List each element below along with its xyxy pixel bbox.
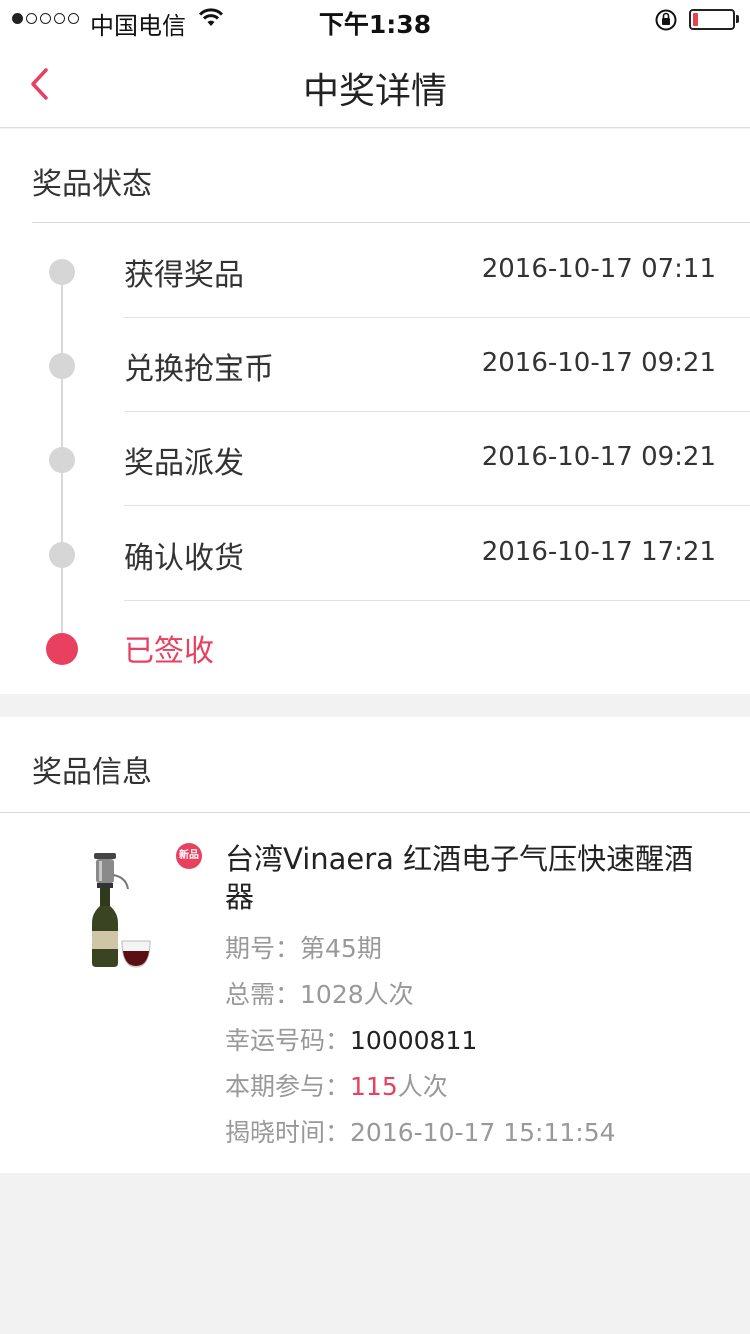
timeline-step-dispatch: 奖品派发 2016-10-17 09:21	[0, 412, 750, 506]
step-label: 获得奖品	[124, 258, 244, 293]
timeline-step-confirm-receipt: 确认收货 2016-10-17 17:21	[0, 507, 750, 601]
period-info: 期号：第45期	[225, 929, 382, 965]
step-time: 2016-10-17 09:21	[481, 348, 716, 378]
joined-unit: 人次	[397, 1072, 448, 1101]
lucky-label: 幸运号码：	[225, 1026, 351, 1055]
total-value: 1028人次	[300, 980, 414, 1009]
period-value: 第45期	[300, 934, 382, 963]
joined-label: 本期参与：	[225, 1072, 351, 1101]
lucky-number: 10000811	[350, 1026, 478, 1055]
timeline-step-signed: 已签收	[0, 600, 750, 694]
timeline-dot	[49, 259, 75, 285]
total-label: 总需：	[225, 980, 301, 1009]
product-name[interactable]: 台湾Vinaera 红酒电子气压快速醒酒器	[225, 840, 715, 916]
divider	[124, 505, 750, 506]
timeline-dot	[49, 353, 75, 379]
timeline-step-exchange: 兑换抢宝币 2016-10-17 09:21	[0, 318, 750, 412]
section-title-prize-info: 奖品信息	[32, 755, 152, 790]
battery-level	[693, 13, 698, 26]
step-label: 确认收货	[124, 541, 244, 576]
product-image[interactable]	[80, 851, 154, 971]
timeline-dot	[49, 542, 75, 568]
step-label: 奖品派发	[124, 446, 244, 481]
prize-status-card: 奖品状态 获得奖品 2016-10-17 07:11 兑换抢宝币 2016-10…	[0, 129, 750, 694]
battery-tip	[736, 15, 739, 23]
clock: 下午1:38	[318, 10, 432, 39]
step-time: 2016-10-17 09:21	[481, 442, 716, 472]
participation-info: 本期参与：115人次	[225, 1067, 448, 1103]
step-time: 2016-10-17 07:11	[481, 254, 716, 284]
step-label: 已签收	[124, 634, 214, 669]
prize-info-card: 奖品信息 新品 台湾Vinaera 红酒电子气压快速醒酒器 期号：第45期 总需…	[0, 717, 750, 1173]
timeline-dot	[49, 447, 75, 473]
battery-icon	[689, 9, 735, 30]
rotation-lock-icon	[655, 9, 677, 31]
divider	[32, 222, 750, 223]
section-title-prize-status: 奖品状态	[32, 167, 152, 202]
timeline-dot-active	[46, 633, 78, 665]
lucky-number-info: 幸运号码：10000811	[225, 1021, 477, 1057]
navigation-bar: 中奖详情	[0, 40, 750, 128]
reveal-time-info: 揭晓时间：2016-10-17 15:11:54	[225, 1113, 616, 1149]
step-label: 兑换抢宝币	[124, 352, 274, 387]
new-product-badge: 新品	[176, 843, 202, 869]
step-time: 2016-10-17 17:21	[481, 537, 716, 567]
reveal-time: 2016-10-17 15:11:54	[350, 1118, 616, 1147]
divider	[0, 812, 750, 813]
reveal-label: 揭晓时间：	[225, 1118, 351, 1147]
status-bar: 中国电信 下午1:38	[0, 0, 750, 40]
period-label: 期号：	[225, 934, 301, 963]
page-title: 中奖详情	[302, 71, 447, 112]
total-required-info: 总需：1028人次	[225, 975, 414, 1011]
joined-count: 115	[350, 1072, 398, 1101]
timeline-step-obtained: 获得奖品 2016-10-17 07:11	[0, 224, 750, 318]
